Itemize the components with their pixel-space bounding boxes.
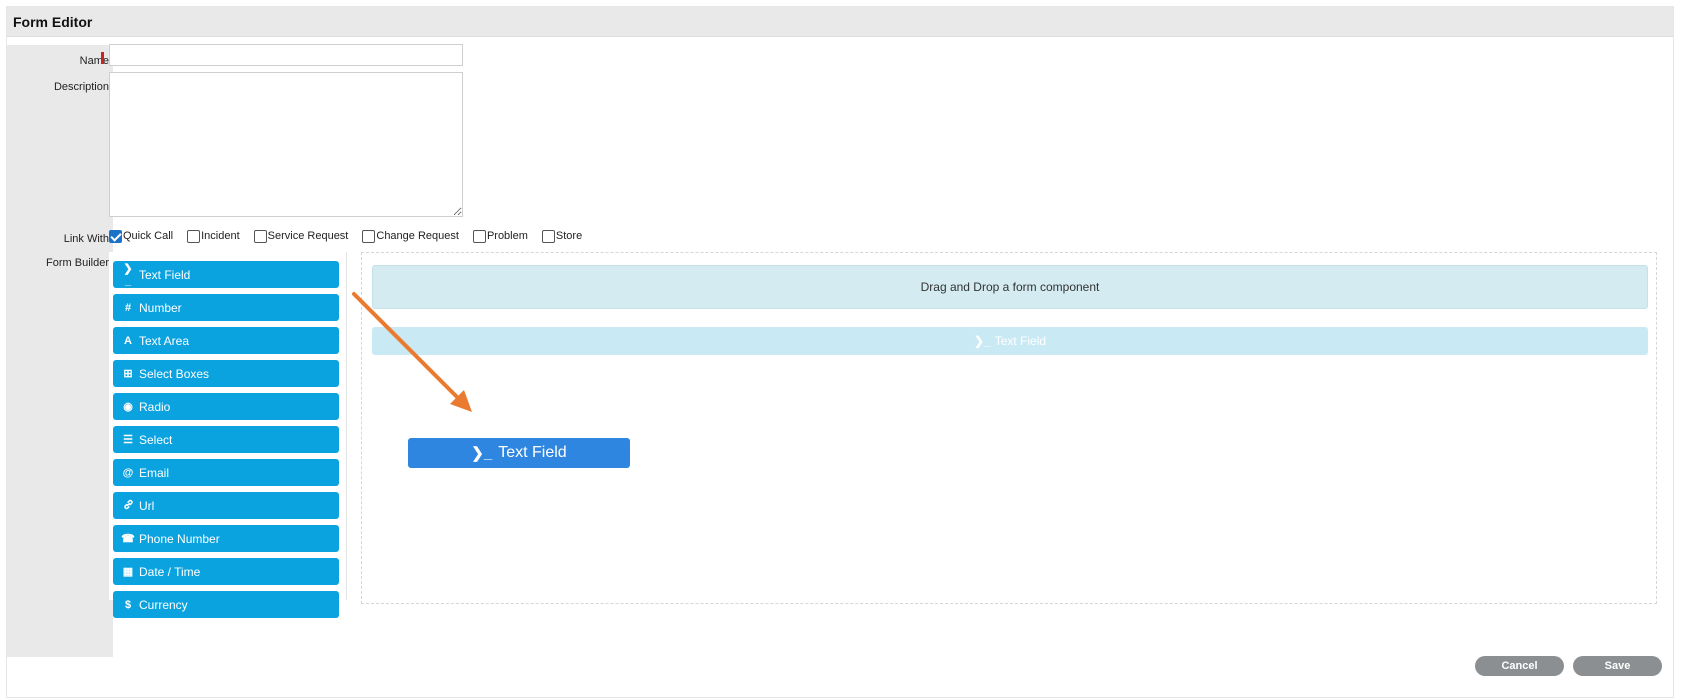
- component-phone-number[interactable]: ☎ Phone Number: [113, 525, 339, 552]
- link-icon: [121, 499, 135, 513]
- link-with-label: Link With: [63, 233, 109, 245]
- link-option-change-request[interactable]: Change Request: [362, 229, 459, 243]
- link-option-store[interactable]: Store: [541, 229, 583, 243]
- dot-circle-icon: ◉: [123, 401, 133, 413]
- save-button[interactable]: Save: [1573, 656, 1662, 676]
- calendar-icon: ▦: [122, 566, 134, 578]
- ghost-text-field: ❯_ Text Field: [372, 327, 1648, 355]
- description-label: Description: [53, 81, 109, 93]
- drop-zone[interactable]: Drag and Drop a form component: [372, 265, 1648, 309]
- link-option-label: Store: [555, 230, 583, 242]
- component-text-area[interactable]: A Text Area: [113, 327, 339, 354]
- component-label: Currency: [139, 597, 188, 612]
- component-select-boxes[interactable]: ⊞ Select Boxes: [113, 360, 339, 387]
- cancel-button[interactable]: Cancel: [1475, 656, 1564, 676]
- change-request-checkbox[interactable]: [362, 229, 376, 243]
- phone-square-icon: ☎: [121, 533, 135, 545]
- link-option-label: Change Request: [376, 230, 459, 242]
- link-option-label: Incident: [201, 230, 240, 242]
- component-label: Email: [139, 465, 170, 480]
- component-number[interactable]: # Number: [113, 294, 339, 321]
- link-option-label: Service Request: [267, 230, 349, 242]
- name-label: Name: [79, 55, 109, 67]
- component-select[interactable]: ☰ Select: [113, 426, 339, 453]
- plus-square-icon: ⊞: [123, 368, 133, 380]
- hash-icon: #: [124, 301, 132, 314]
- title-bar: Form Editor: [7, 7, 1673, 37]
- font-icon: A: [124, 334, 132, 347]
- component-label: Phone Number: [139, 531, 220, 546]
- incident-checkbox[interactable]: [187, 229, 201, 243]
- component-label: Radio: [139, 399, 171, 414]
- component-url[interactable]: Url: [113, 492, 339, 519]
- page-title: Form Editor: [13, 14, 93, 30]
- name-field[interactable]: [109, 44, 463, 66]
- ghost-label: Text Field: [994, 334, 1047, 348]
- component-label: Select Boxes: [139, 366, 210, 381]
- component-label: Date / Time: [139, 564, 201, 579]
- component-radio[interactable]: ◉ Radio: [113, 393, 339, 420]
- component-label: Select: [139, 432, 173, 447]
- problem-checkbox[interactable]: [472, 229, 486, 243]
- dollar-icon: $: [124, 598, 132, 611]
- component-label: Text Field: [139, 267, 191, 282]
- component-palette: ❯_ Text Field # Number A Text Area ⊞ Sel…: [109, 252, 347, 618]
- store-checkbox[interactable]: [541, 229, 555, 243]
- at-icon: @: [122, 466, 134, 479]
- form-builder-canvas[interactable]: Drag and Drop a form component ❯_ Text F…: [361, 252, 1657, 604]
- component-date-time[interactable]: ▦ Date / Time: [113, 558, 339, 585]
- form-builder-label: Form Builder: [46, 257, 109, 269]
- terminal-icon: ❯_: [123, 263, 133, 287]
- link-option-quick-call[interactable]: Quick Call: [109, 229, 174, 243]
- link-option-label: Quick Call: [123, 230, 174, 242]
- component-label: Text Area: [139, 333, 190, 348]
- component-label: Url: [139, 498, 155, 513]
- component-label: Number: [139, 300, 182, 315]
- link-option-label: Problem: [486, 230, 528, 242]
- component-email[interactable]: @ Email: [113, 459, 339, 486]
- link-with-options: Quick Call Incident Service Request Chan…: [109, 228, 596, 244]
- description-field[interactable]: [109, 72, 463, 217]
- link-option-incident[interactable]: Incident: [187, 229, 240, 243]
- terminal-icon: ❯_: [973, 334, 991, 348]
- link-option-service-request[interactable]: Service Request: [253, 229, 349, 243]
- component-text-field[interactable]: ❯_ Text Field: [113, 261, 339, 288]
- link-option-problem[interactable]: Problem: [472, 229, 528, 243]
- dragged-text-field[interactable]: ❯_ Text Field: [408, 438, 630, 468]
- required-indicator: [101, 52, 104, 64]
- component-currency[interactable]: $ Currency: [113, 591, 339, 618]
- label-column: Name Description Link With Form Builder: [7, 45, 113, 657]
- quick-call-checkbox[interactable]: [109, 229, 122, 243]
- dragged-label: Text Field: [498, 444, 567, 461]
- terminal-icon: ❯_: [471, 445, 493, 462]
- list-icon: ☰: [123, 434, 133, 446]
- service-request-checkbox[interactable]: [253, 229, 267, 243]
- drop-hint: Drag and Drop a form component: [920, 280, 1100, 294]
